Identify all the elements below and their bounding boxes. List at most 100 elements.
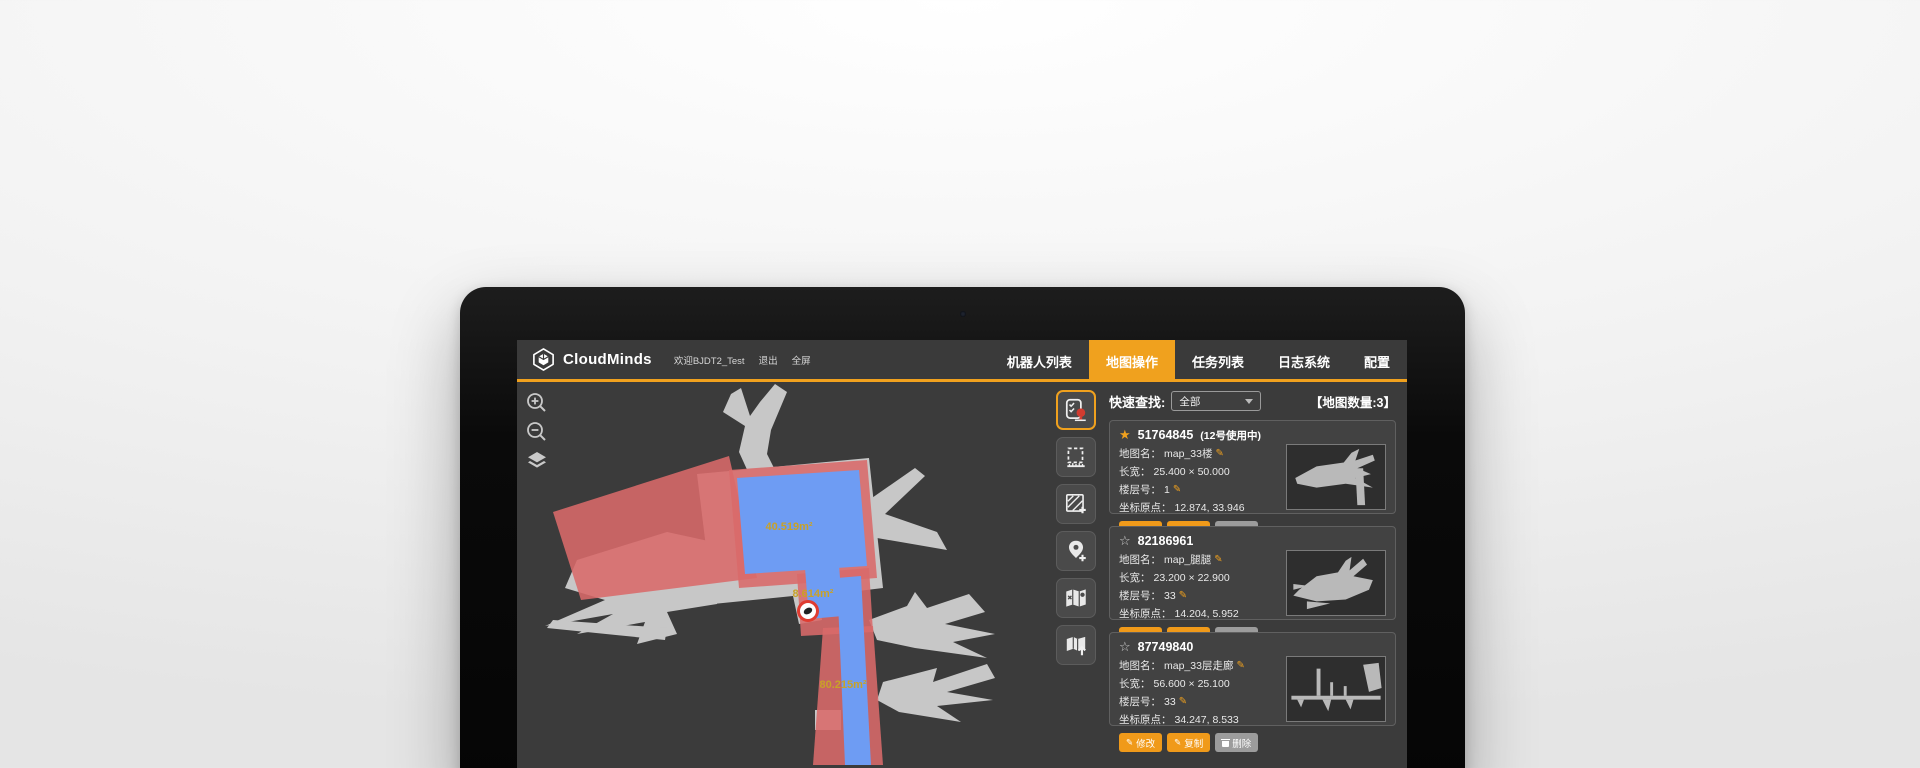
field-label-origin: 坐标原点： [1119,500,1172,515]
area-label-1: 40.519m² [765,521,812,533]
area-label-3: 80.215m² [819,679,866,691]
map-thumbnail[interactable] [1286,444,1386,510]
map-card: ☆ 87749840 地图名：map_33层走廊✎ 长宽：56.600 × 25… [1109,632,1396,726]
tool-add-zone[interactable] [1056,484,1096,524]
edit-floor-icon[interactable]: ✎ [1179,590,1187,601]
map-floor-value: 33 [1164,696,1176,708]
nav-config[interactable]: 配置 [1347,340,1407,382]
pencil-icon: ✎ [1126,737,1133,748]
app-window: CloudMinds 欢迎BJDT2_Test 退出 全屏 机器人列表 地图操作… [517,340,1407,768]
nav-robot-list[interactable]: 机器人列表 [990,340,1089,382]
map-size-value: 23.200 × 22.900 [1154,572,1230,584]
map-floor-value: 1 [1164,484,1170,496]
map-upload-icon [1063,632,1089,658]
tool-map-upload[interactable] [1056,625,1096,665]
layers-button[interactable] [526,450,548,472]
zoom-in-icon [526,392,548,414]
map-canvas[interactable]: 40.519m² 8.614m² 80.215m² [517,382,1052,765]
edit-name-icon[interactable]: ✎ [1236,660,1244,671]
top-nav-bar: CloudMinds 欢迎BJDT2_Test 退出 全屏 机器人列表 地图操作… [517,340,1407,382]
field-label-name: 地图名： [1119,658,1161,673]
filter-select[interactable]: 全部 [1171,391,1261,411]
favorite-star-icon[interactable]: ★ [1119,427,1131,443]
logout-link[interactable]: 退出 [759,353,778,367]
tool-map-annotate[interactable] [1056,578,1096,618]
trash-icon [1222,739,1229,747]
field-label-name: 地图名： [1119,552,1161,567]
tool-poi-list[interactable] [1056,390,1096,430]
map-id: 87749840 [1138,640,1194,654]
edit-name-icon[interactable]: ✎ [1215,448,1223,459]
layers-icon [526,450,548,472]
map-zoom-controls [526,392,548,472]
brand-logo: CloudMinds [517,340,652,379]
nav-map-operations[interactable]: 地图操作 [1089,340,1175,382]
map-size-value: 25.400 × 50.000 [1154,466,1230,478]
map-size-value: 56.600 × 25.100 [1154,678,1230,690]
welcome-text: 欢迎BJDT2_Test [674,353,745,367]
field-label-size: 长宽： [1119,464,1151,479]
map-origin-value: 34.247, 8.533 [1175,714,1239,726]
edit-map-button[interactable]: ✎修改 [1119,733,1162,752]
chevron-down-icon [1245,399,1253,404]
add-zone-icon [1063,491,1089,517]
map-id: 51764845 [1138,428,1194,442]
field-label-origin: 坐标原点： [1119,712,1172,727]
zoom-out-button[interactable] [526,421,548,443]
map-card: ★ 51764845 (12号使用中) 地图名：map_33楼✎ 长宽：25.4… [1109,420,1396,514]
webcam-dot [960,311,966,317]
field-label-floor: 楼层号： [1119,482,1161,497]
field-label-name: 地图名： [1119,446,1161,461]
robot-marker[interactable] [799,602,818,621]
map-name-value: map_腿腿 [1164,552,1211,567]
quick-search-label: 快速查找: [1109,392,1165,411]
field-label-floor: 楼层号： [1119,588,1161,603]
map-tool-rail [1052,382,1100,765]
map-thumbnail[interactable] [1286,550,1386,616]
nav-log-system[interactable]: 日志系统 [1261,340,1347,382]
map-origin-value: 12.874, 33.946 [1175,502,1245,514]
laptop-mockup: CloudMinds 欢迎BJDT2_Test 退出 全屏 机器人列表 地图操作… [460,287,1465,768]
map-name-value: map_33楼 [1164,446,1212,461]
measure-area-icon [1063,444,1089,470]
map-annotate-icon [1063,585,1089,611]
map-in-use-badge: (12号使用中) [1200,428,1261,443]
map-card: ☆ 82186961 地图名：map_腿腿✎ 长宽：23.200 × 22.90… [1109,526,1396,620]
copy-map-button[interactable]: ✎复制 [1167,733,1210,752]
edit-name-icon[interactable]: ✎ [1214,554,1222,565]
field-label-size: 长宽： [1119,676,1151,691]
edit-floor-icon[interactable]: ✎ [1179,696,1187,707]
filter-selected-value: 全部 [1179,394,1200,409]
map-thumbnail[interactable] [1286,656,1386,722]
fullscreen-link[interactable]: 全屏 [792,353,811,367]
tool-add-poi[interactable] [1056,531,1096,571]
map-thumbnail-image [1287,551,1385,615]
edit-floor-icon[interactable]: ✎ [1173,484,1181,495]
map-thumbnail-image [1287,445,1385,509]
map-count-label: 【地图数量:3】 [1310,392,1396,411]
brand-name: CloudMinds [563,351,652,368]
nav-task-list[interactable]: 任务列表 [1175,340,1261,382]
zoom-in-button[interactable] [526,392,548,414]
main-nav: 机器人列表 地图操作 任务列表 日志系统 配置 [990,340,1407,379]
pencil-icon: ✎ [1174,737,1181,748]
tool-measure-area[interactable] [1056,437,1096,477]
favorite-star-icon[interactable]: ☆ [1119,533,1131,549]
map-thumbnail-image [1287,657,1385,721]
map-name-value: map_33层走廊 [1164,658,1233,673]
add-poi-icon [1063,538,1089,564]
map-id: 82186961 [1138,534,1194,548]
zoom-out-icon [526,421,548,443]
map-origin-value: 14.204, 5.952 [1175,608,1239,620]
map-floor-value: 33 [1164,590,1176,602]
favorite-star-icon[interactable]: ☆ [1119,639,1131,655]
field-label-size: 长宽： [1119,570,1151,585]
delete-map-button[interactable]: 删除 [1215,733,1258,752]
area-label-2: 8.614m² [793,588,834,600]
cloudminds-logo-icon [531,347,556,372]
map-list-panel: 快速查找: 全部 【地图数量:3】 ★ 51764845 (12号使用中) 地图… [1100,382,1407,765]
poi-list-icon [1063,397,1089,423]
field-label-origin: 坐标原点： [1119,606,1172,621]
field-label-floor: 楼层号： [1119,694,1161,709]
map-viewport[interactable]: 40.519m² 8.614m² 80.215m² [517,382,1052,765]
